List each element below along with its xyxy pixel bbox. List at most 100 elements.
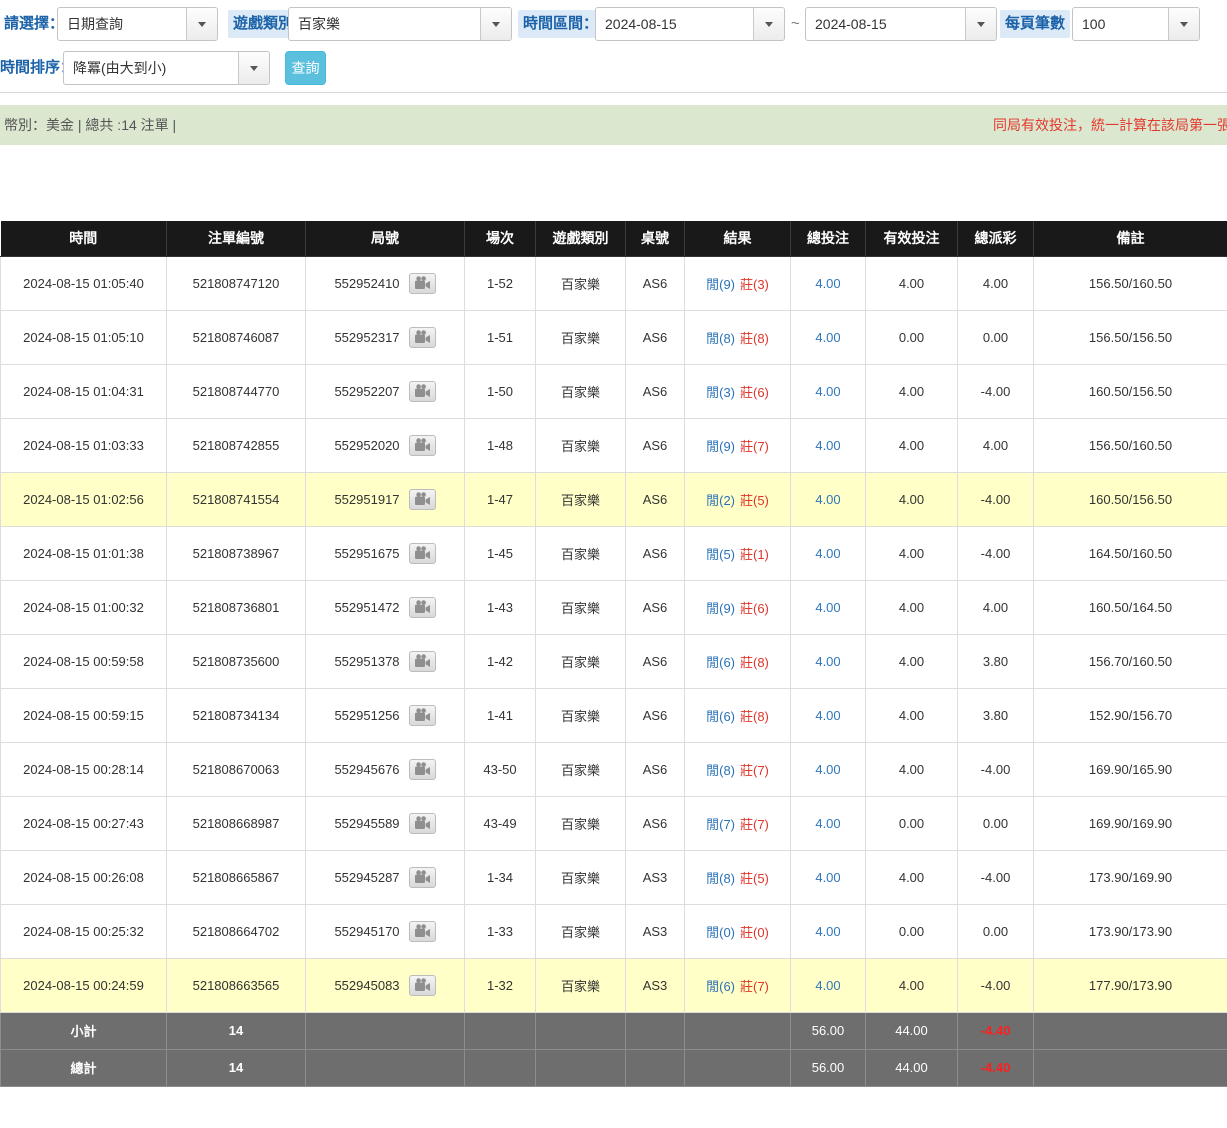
banker-result: 莊(7) [740, 439, 769, 454]
replay-icon[interactable] [409, 435, 436, 456]
player-result: 閒(8) [706, 871, 735, 886]
replay-icon[interactable] [409, 813, 436, 834]
page-size-select[interactable]: 100 [1072, 7, 1200, 41]
replay-icon[interactable] [409, 867, 436, 888]
sort-order-select[interactable]: 降冪(由大到小) [63, 51, 270, 85]
round-number: 552945083 [334, 978, 399, 993]
replay-icon[interactable] [409, 651, 436, 672]
replay-icon[interactable] [409, 921, 436, 942]
total-bet-link[interactable]: 4.00 [815, 330, 840, 345]
summary-empty-cell [536, 1012, 626, 1049]
result-cell: 閒(6)莊(8) [685, 634, 791, 688]
query-type-select[interactable]: 日期查詢 [57, 7, 218, 41]
replay-icon[interactable] [409, 597, 436, 618]
round-wrap: 552945287 [306, 867, 464, 888]
game-type-cell: 百家樂 [536, 472, 626, 526]
summary-valid-bet: 44.00 [866, 1049, 958, 1086]
total-bet-link[interactable]: 4.00 [815, 384, 840, 399]
banker-result: 莊(6) [740, 385, 769, 400]
table-no-cell: AS6 [626, 418, 685, 472]
replay-icon[interactable] [409, 759, 436, 780]
date-to-input[interactable]: 2024-08-15 [805, 7, 997, 41]
session-cell: 1-43 [465, 580, 536, 634]
replay-icon[interactable] [409, 273, 436, 294]
total-bet-link[interactable]: 4.00 [815, 438, 840, 453]
total-bet-link[interactable]: 4.00 [815, 600, 840, 615]
bet-time-cell: 2024-08-15 01:02:56 [1, 472, 167, 526]
column-header: 結果 [685, 221, 791, 256]
banker-result: 莊(7) [740, 979, 769, 994]
column-header: 有效投注 [866, 221, 958, 256]
chevron-down-icon[interactable] [965, 8, 996, 40]
note-cell: 156.50/160.50 [1034, 256, 1227, 310]
session-cell: 1-33 [465, 904, 536, 958]
replay-icon[interactable] [409, 975, 436, 996]
game-type-cell: 百家樂 [536, 796, 626, 850]
bet-time-cell: 2024-08-15 00:59:15 [1, 688, 167, 742]
total-bet-link[interactable]: 4.00 [815, 870, 840, 885]
payout-cell: 4.00 [958, 256, 1034, 310]
session-cell: 1-52 [465, 256, 536, 310]
player-result: 閒(8) [706, 763, 735, 778]
total-bet-link[interactable]: 4.00 [815, 654, 840, 669]
valid-bet-cell: 4.00 [866, 364, 958, 418]
total-bet-link[interactable]: 4.00 [815, 276, 840, 291]
summary-empty-cell [306, 1012, 465, 1049]
total-bet-link[interactable]: 4.00 [815, 708, 840, 723]
table-row: 2024-08-15 01:03:33521808742855552952020… [1, 418, 1227, 472]
column-header: 總投注 [791, 221, 866, 256]
filter-bar: 請選擇： 日期查詢 遊戲類別 百家樂 時間區間： 2024-08-15 ~ 20… [0, 0, 1227, 93]
summary-valid-bet: 44.00 [866, 1012, 958, 1049]
chevron-down-icon[interactable] [753, 8, 784, 40]
bet-id-cell: 521808664702 [167, 904, 306, 958]
valid-bet-cell: 0.00 [866, 904, 958, 958]
chevron-down-icon[interactable] [1168, 8, 1199, 40]
session-cell: 1-42 [465, 634, 536, 688]
replay-icon[interactable] [409, 489, 436, 510]
table-no-cell: AS6 [626, 472, 685, 526]
round-cell: 552952410 [306, 256, 465, 310]
total-bet-link[interactable]: 4.00 [815, 546, 840, 561]
summary-empty-cell [536, 1049, 626, 1086]
date-from-input[interactable]: 2024-08-15 [595, 7, 785, 41]
replay-icon[interactable] [409, 327, 436, 348]
replay-icon[interactable] [409, 705, 436, 726]
total-bet-cell: 4.00 [791, 850, 866, 904]
chevron-down-icon[interactable] [480, 8, 511, 40]
total-bet-link[interactable]: 4.00 [815, 762, 840, 777]
summary-label: 總計 [1, 1049, 167, 1086]
note-cell: 169.90/169.90 [1034, 796, 1227, 850]
table-no-cell: AS6 [626, 634, 685, 688]
page-size-value: 100 [1073, 8, 1168, 40]
search-button[interactable]: 查詢 [285, 51, 326, 85]
game-type-cell: 百家樂 [536, 742, 626, 796]
round-wrap: 552945589 [306, 813, 464, 834]
total-bet-link[interactable]: 4.00 [815, 492, 840, 507]
session-cell: 1-45 [465, 526, 536, 580]
banker-result: 莊(5) [740, 493, 769, 508]
result-cell: 閒(2)莊(5) [685, 472, 791, 526]
replay-icon[interactable] [409, 381, 436, 402]
table-row: 2024-08-15 00:24:59521808663565552945083… [1, 958, 1227, 1012]
bet-id-cell: 521808744770 [167, 364, 306, 418]
bet-id-cell: 521808670063 [167, 742, 306, 796]
note-cell: 156.70/160.50 [1034, 634, 1227, 688]
replay-icon[interactable] [409, 543, 436, 564]
chevron-down-icon[interactable] [186, 8, 217, 40]
round-wrap: 552951256 [306, 705, 464, 726]
total-bet-cell: 4.00 [791, 580, 866, 634]
total-bet-link[interactable]: 4.00 [815, 816, 840, 831]
game-type-select[interactable]: 百家樂 [288, 7, 512, 41]
column-header: 時間 [1, 221, 167, 256]
table-no-cell: AS6 [626, 256, 685, 310]
column-header: 桌號 [626, 221, 685, 256]
total-bet-cell: 4.00 [791, 418, 866, 472]
total-bet-link[interactable]: 4.00 [815, 924, 840, 939]
result-cell: 閒(8)莊(8) [685, 310, 791, 364]
round-cell: 552951472 [306, 580, 465, 634]
summary-empty-cell [465, 1012, 536, 1049]
bet-id-cell: 521808665867 [167, 850, 306, 904]
round-number: 552951378 [334, 654, 399, 669]
chevron-down-icon[interactable] [238, 52, 269, 84]
total-bet-link[interactable]: 4.00 [815, 978, 840, 993]
